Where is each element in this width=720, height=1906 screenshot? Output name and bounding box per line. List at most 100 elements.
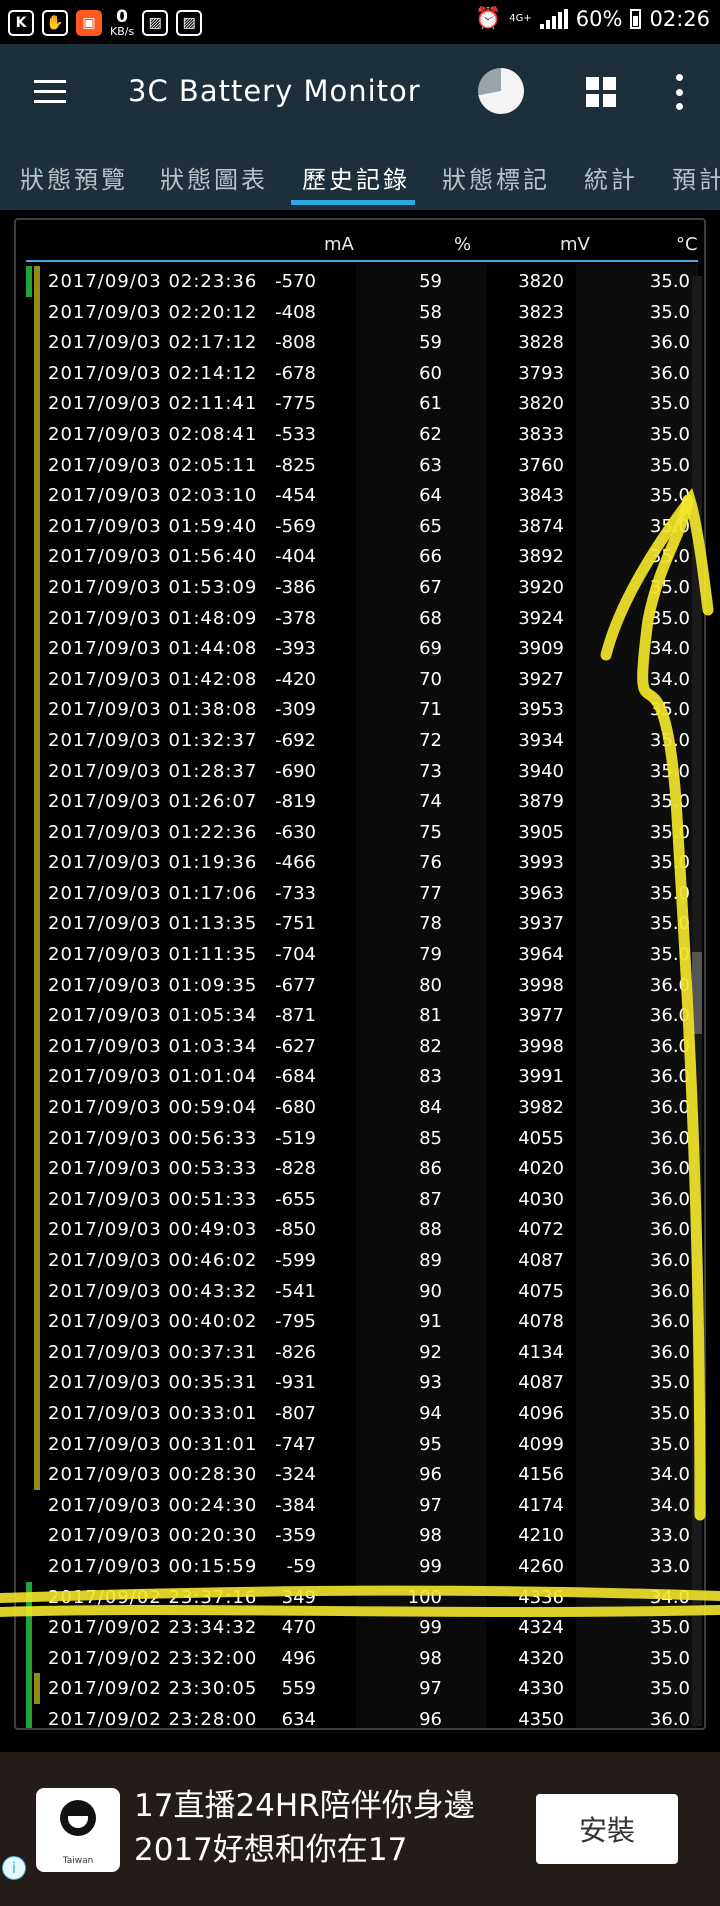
row-datetime: 2017/09/03 01:28:37: [48, 760, 258, 782]
scrollbar[interactable]: [692, 276, 702, 1726]
table-row[interactable]: 2017/09/03 00:24:30 -384 97 4174 34.0: [26, 1490, 698, 1521]
row-current-ma: -751: [275, 913, 316, 935]
table-row[interactable]: 2017/09/02 23:34:32 470 99 4324 35.0: [26, 1612, 698, 1643]
table-row[interactable]: 2017/09/03 01:28:37 -690 73 3940 35.0: [26, 755, 698, 787]
tab-forecast[interactable]: 預計: [672, 160, 720, 195]
tab-status-markers[interactable]: 狀態標記: [442, 160, 550, 195]
row-current-ma: -386: [275, 576, 316, 598]
discharging-marker: [34, 602, 40, 634]
row-datetime: 2017/09/03 00:15:59: [48, 1555, 258, 1577]
row-temperature: 35.0: [649, 607, 690, 629]
table-row[interactable]: 2017/09/03 01:48:09 -378 68 3924 35.0: [26, 602, 698, 634]
table-row[interactable]: 2017/09/03 01:01:04 -684 83 3991 36.0: [26, 1061, 698, 1093]
table-row[interactable]: 2017/09/03 00:31:01 -747 95 4099 35.0: [26, 1428, 698, 1460]
table-row[interactable]: 2017/09/03 01:17:06 -733 77 3963 35.0: [26, 877, 698, 909]
row-current-ma: -850: [275, 1219, 316, 1241]
install-button[interactable]: 安裝: [536, 1794, 678, 1864]
row-percent: 98: [419, 1647, 442, 1669]
table-row[interactable]: 2017/09/03 02:14:12 -678 60 3793 36.0: [26, 357, 698, 389]
table-row[interactable]: 2017/09/03 01:03:34 -627 82 3998 36.0: [26, 1030, 698, 1062]
discharging-marker: [34, 388, 40, 419]
table-row[interactable]: 2017/09/03 02:20:12 -408 58 3823 35.0: [26, 296, 698, 328]
table-row[interactable]: 2017/09/03 01:32:37 -692 72 3934 35.0: [26, 724, 698, 756]
table-row[interactable]: 2017/09/03 02:11:41 -775 61 3820 35.0: [26, 388, 698, 419]
table-row[interactable]: 2017/09/03 00:56:33 -519 85 4055 36.0: [26, 1122, 698, 1154]
table-row[interactable]: 2017/09/03 01:42:08 -420 70 3927 34.0: [26, 663, 698, 695]
row-temperature: 35.0: [649, 913, 690, 935]
row-voltage-mv: 3991: [518, 1066, 564, 1088]
row-datetime: 2017/09/03 00:56:33: [48, 1127, 258, 1149]
table-row[interactable]: 2017/09/03 01:59:40 -569 65 3874 35.0: [26, 510, 698, 542]
table-row[interactable]: 2017/09/02 23:32:00 496 98 4320 35.0: [26, 1642, 698, 1674]
tab-statistics[interactable]: 統計: [584, 160, 638, 195]
row-datetime: 2017/09/03 01:26:07: [48, 791, 258, 813]
row-current-ma: -655: [275, 1188, 316, 1210]
network-speed: 0 KB/s: [110, 8, 134, 37]
table-row[interactable]: 2017/09/03 00:28:30 -324 96 4156 34.0: [26, 1459, 698, 1490]
table-row[interactable]: 2017/09/03 01:56:40 -404 66 3892 35.0: [26, 541, 698, 572]
table-row[interactable]: 2017/09/03 02:05:11 -825 63 3760 35.0: [26, 449, 698, 481]
row-datetime: 2017/09/03 01:42:08: [48, 668, 258, 690]
scrollbar-thumb[interactable]: [692, 952, 702, 1034]
table-row[interactable]: 2017/09/03 00:43:32 -541 90 4075 36.0: [26, 1275, 698, 1307]
table-row[interactable]: 2017/09/03 00:59:04 -680 84 3982 36.0: [26, 1092, 698, 1123]
table-row[interactable]: 2017/09/02 23:30:05 559 97 4330 35.0: [26, 1673, 698, 1704]
row-voltage-mv: 3892: [518, 546, 564, 568]
row-current-ma: -599: [275, 1250, 316, 1271]
table-row[interactable]: 2017/09/03 01:53:09 -386 67 3920 35.0: [26, 571, 698, 603]
history-table[interactable]: mA % mV °C 2017/09/03 02:23:36 -570 59 3820…: [14, 218, 706, 1730]
row-percent: 93: [419, 1372, 442, 1394]
row-voltage-mv: 4078: [518, 1311, 564, 1333]
pie-chart-icon[interactable]: [478, 68, 524, 114]
row-current-ma: -569: [275, 515, 316, 537]
ad-app-logo[interactable]: Taiwan: [36, 1788, 120, 1872]
table-row[interactable]: 2017/09/03 01:09:35 -677 80 3998 36.0: [26, 969, 698, 1001]
row-current-ma: -931: [275, 1372, 316, 1394]
table-row[interactable]: 2017/09/03 00:49:03 -850 88 4072 36.0: [26, 1214, 698, 1245]
table-row[interactable]: 2017/09/03 01:38:08 -309 71 3953 35.0: [26, 694, 698, 725]
table-row[interactable]: 2017/09/03 02:03:10 -454 64 3843 35.0: [26, 480, 698, 511]
table-row[interactable]: 2017/09/03 01:13:35 -751 78 3937 35.0: [26, 908, 698, 940]
more-options-icon[interactable]: [676, 74, 684, 110]
row-datetime: 2017/09/03 02:11:41: [48, 393, 258, 415]
table-row[interactable]: 2017/09/03 00:15:59 -59 99 4260 33.0: [26, 1551, 698, 1582]
tab-status-overview[interactable]: 狀態預覽: [20, 160, 128, 195]
table-row[interactable]: 2017/09/03 00:33:01 -807 94 4096 35.0: [26, 1397, 698, 1429]
row-current-ma: 349: [281, 1586, 316, 1608]
row-voltage-mv: 4020: [518, 1158, 564, 1180]
discharging-marker: [34, 969, 40, 1001]
table-row[interactable]: 2017/09/02 23:37:16 349 100 4336 34.0: [26, 1581, 698, 1613]
table-row[interactable]: 2017/09/03 02:17:12 -808 59 3828 36.0: [26, 327, 698, 358]
row-voltage-mv: 3982: [518, 1097, 564, 1119]
table-row[interactable]: 2017/09/03 01:22:36 -630 75 3905 35.0: [26, 816, 698, 848]
ad-banner[interactable]: Taiwan 17直播24HR陪伴你身邊 2017好想和你在17 安裝: [0, 1752, 720, 1906]
row-datetime: 2017/09/03 01:01:04: [48, 1066, 258, 1088]
menu-icon[interactable]: [34, 80, 66, 104]
table-row[interactable]: 2017/09/03 01:11:35 -704 79 3964 35.0: [26, 939, 698, 970]
table-row[interactable]: 2017/09/03 00:20:30 -359 98 4210 33.0: [26, 1520, 698, 1551]
table-row[interactable]: 2017/09/03 00:46:02 -599 89 4087 36.0: [26, 1245, 698, 1276]
row-current-ma: -680: [275, 1097, 316, 1119]
ad-info-icon[interactable]: i: [2, 1856, 26, 1880]
table-row[interactable]: 2017/09/03 00:51:33 -655 87 4030 36.0: [26, 1183, 698, 1215]
table-row[interactable]: 2017/09/03 01:05:34 -871 81 3977 36.0: [26, 1000, 698, 1031]
table-row[interactable]: 2017/09/03 00:35:31 -931 93 4087 35.0: [26, 1367, 698, 1398]
row-percent: 58: [419, 301, 442, 323]
table-row[interactable]: 2017/09/03 02:08:41 -533 62 3833 35.0: [26, 418, 698, 450]
table-row[interactable]: 2017/09/02 23:28:00 634 96 4350 36.0: [26, 1703, 698, 1728]
table-row[interactable]: 2017/09/03 00:53:33 -828 86 4020 36.0: [26, 1153, 698, 1184]
ad-text[interactable]: 17直播24HR陪伴你身邊 2017好想和你在17: [134, 1784, 475, 1872]
charging-marker: [26, 266, 32, 297]
header-temp: °C: [676, 234, 698, 255]
table-row[interactable]: 2017/09/03 01:26:07 -819 74 3879 35.0: [26, 786, 698, 817]
table-row[interactable]: 2017/09/03 01:44:08 -393 69 3909 34.0: [26, 633, 698, 664]
tab-history[interactable]: 歷史記錄: [302, 160, 410, 195]
tab-status-chart[interactable]: 狀態圖表: [160, 160, 268, 195]
table-row[interactable]: 2017/09/03 01:19:36 -466 76 3993 35.0: [26, 847, 698, 878]
table-row[interactable]: 2017/09/03 02:23:36 -570 59 3820 35.0: [26, 266, 698, 297]
table-row[interactable]: 2017/09/03 00:40:02 -795 91 4078 36.0: [26, 1306, 698, 1337]
row-current-ma: 559: [281, 1678, 316, 1700]
grid-view-icon[interactable]: [586, 77, 616, 107]
table-row[interactable]: 2017/09/03 00:37:31 -826 92 4134 36.0: [26, 1336, 698, 1368]
row-percent: 80: [419, 974, 442, 996]
